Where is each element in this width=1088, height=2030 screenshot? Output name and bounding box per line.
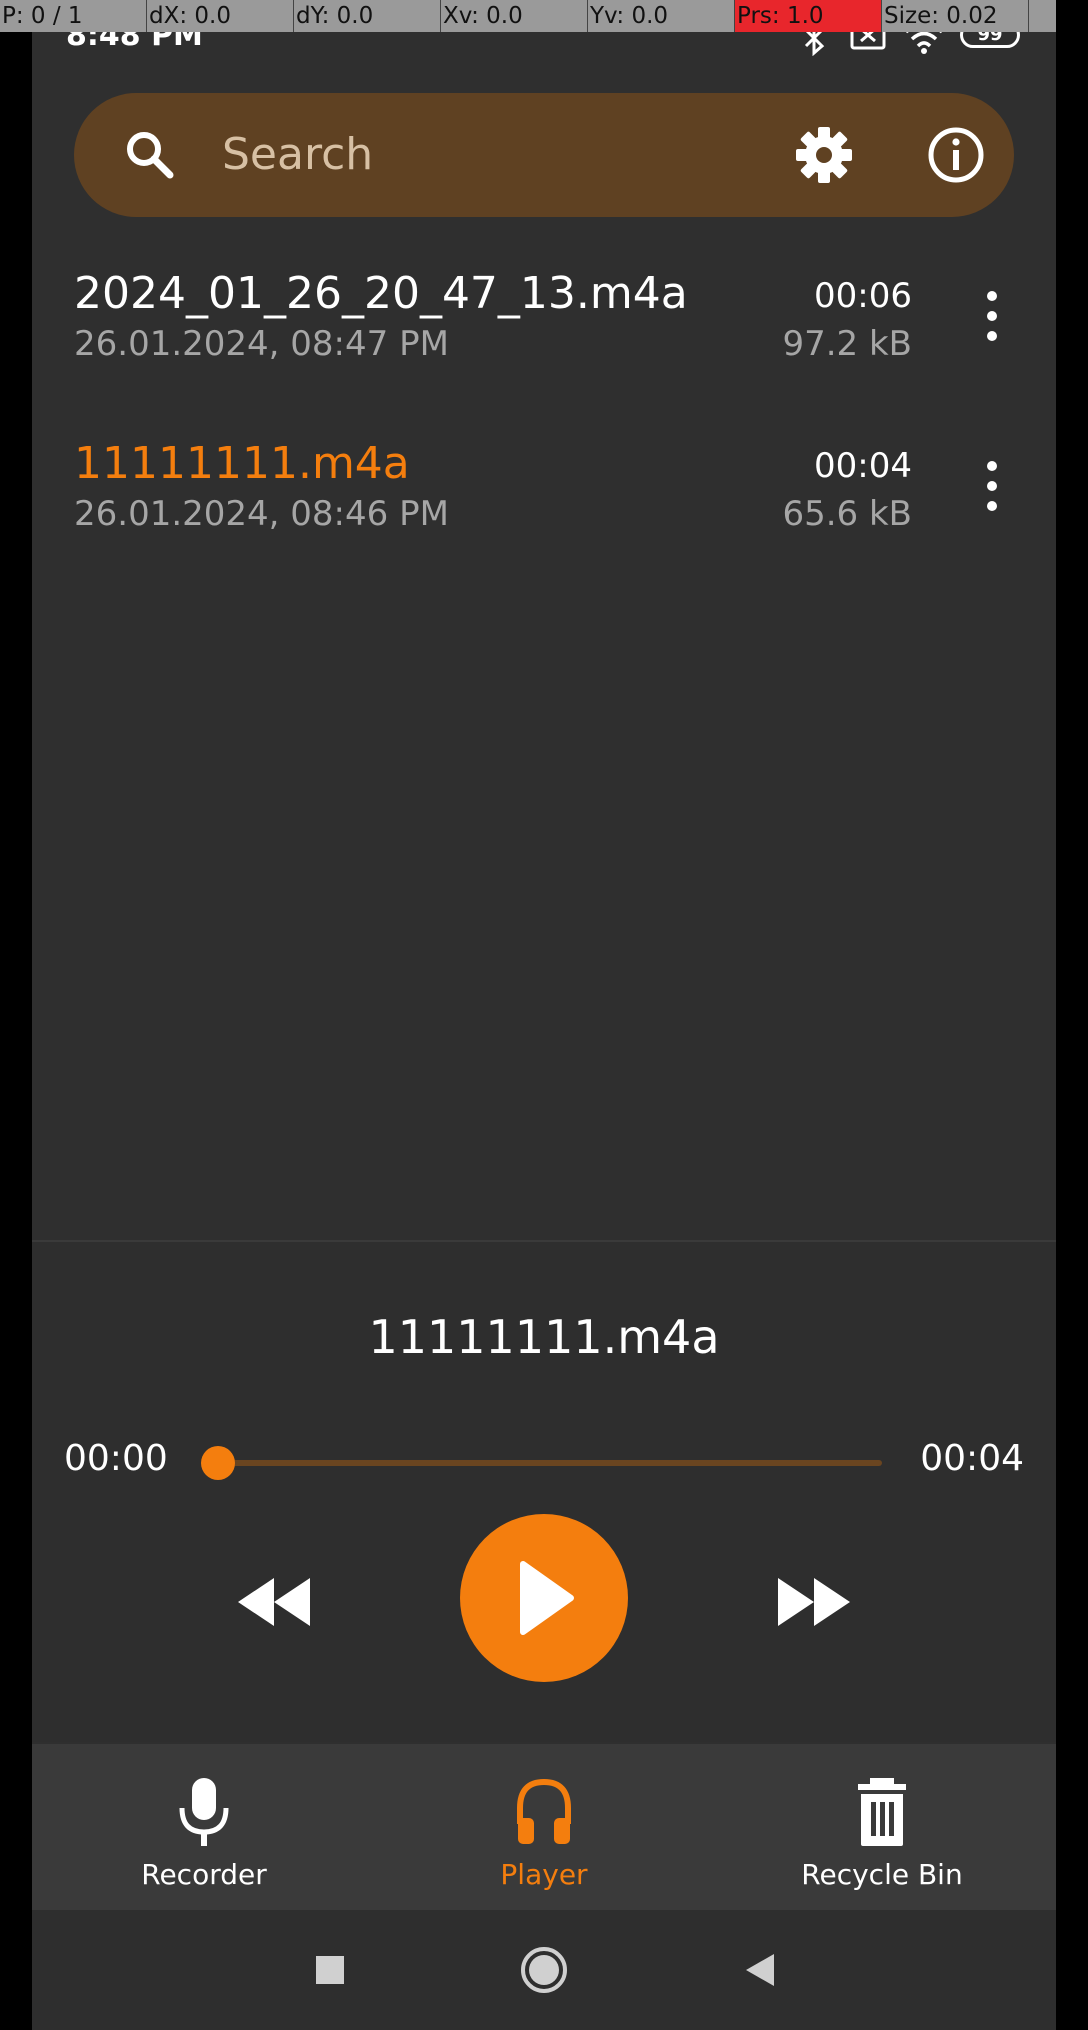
nav-player[interactable]: Player <box>424 1774 664 1891</box>
play-icon <box>520 1561 574 1635</box>
debug-pointer: P: 0 / 1 <box>0 0 147 32</box>
search-input[interactable] <box>222 121 722 187</box>
nav-recycle-bin-label: Recycle Bin <box>801 1858 963 1891</box>
debug-yv: Yv: 0.0 <box>588 0 735 32</box>
debug-pressure: Prs: 1.0 <box>735 0 882 32</box>
recording-size: 65.6 kB <box>782 494 912 534</box>
info-icon[interactable] <box>924 123 988 187</box>
seek-bar[interactable] <box>201 1446 882 1480</box>
player-panel: 11111111.m4a 00:00 00:04 <box>32 1240 1056 1742</box>
total-time: 00:04 <box>920 1438 1024 1479</box>
recording-name: 11111111.m4a <box>74 438 410 489</box>
more-options-icon[interactable] <box>980 288 1004 344</box>
debug-dx: dX: 0.0 <box>147 0 294 32</box>
recording-duration: 00:04 <box>814 446 912 486</box>
rewind-icon[interactable] <box>234 1572 314 1632</box>
debug-xv: Xv: 0.0 <box>441 0 588 32</box>
now-playing-title: 11111111.m4a <box>368 1310 720 1364</box>
debug-size: Size: 0.02 <box>882 0 1029 32</box>
status-bar: 8:48 PM 99 <box>32 18 1056 72</box>
app-screen: 2024_01_26_20_47_13.m4a 26.01.2024, 08:4… <box>32 0 1056 2030</box>
nav-recorder-label: Recorder <box>141 1858 267 1891</box>
search-bar <box>74 93 1014 217</box>
trash-icon <box>858 1778 906 1846</box>
search-icon[interactable] <box>118 123 182 187</box>
pointer-debug-overlay: P: 0 / 1 dX: 0.0 dY: 0.0 Xv: 0.0 Yv: 0.0… <box>0 0 1056 32</box>
fast-forward-icon[interactable] <box>774 1572 854 1632</box>
recent-apps-icon[interactable] <box>302 1942 358 1998</box>
back-icon[interactable] <box>732 1942 788 1998</box>
recording-name: 2024_01_26_20_47_13.m4a <box>74 268 688 319</box>
settings-gear-icon[interactable] <box>792 123 856 187</box>
system-navigation-bar <box>32 1910 1056 2030</box>
bottom-navigation: Recorder Player Recycle Bin <box>32 1744 1056 1910</box>
seek-bar-thumb[interactable] <box>201 1446 235 1480</box>
current-time: 00:00 <box>64 1438 168 1479</box>
headphones-icon <box>517 1778 571 1844</box>
nav-recycle-bin[interactable]: Recycle Bin <box>762 1774 1002 1891</box>
recording-date: 26.01.2024, 08:46 PM <box>74 494 449 534</box>
recording-size: 97.2 kB <box>782 324 912 364</box>
home-icon[interactable] <box>516 1942 572 1998</box>
nav-player-label: Player <box>500 1858 588 1891</box>
recording-item[interactable]: 11111111.m4a 26.01.2024, 08:46 PM 00:04 … <box>32 438 1056 588</box>
more-options-icon[interactable] <box>980 458 1004 514</box>
recording-duration: 00:06 <box>814 276 912 316</box>
recording-date: 26.01.2024, 08:47 PM <box>74 324 449 364</box>
nav-recorder[interactable]: Recorder <box>84 1774 324 1891</box>
microphone-icon <box>179 1778 229 1846</box>
recording-item[interactable]: 2024_01_26_20_47_13.m4a 26.01.2024, 08:4… <box>32 268 1056 418</box>
play-button[interactable] <box>460 1514 628 1682</box>
debug-dy: dY: 0.0 <box>294 0 441 32</box>
